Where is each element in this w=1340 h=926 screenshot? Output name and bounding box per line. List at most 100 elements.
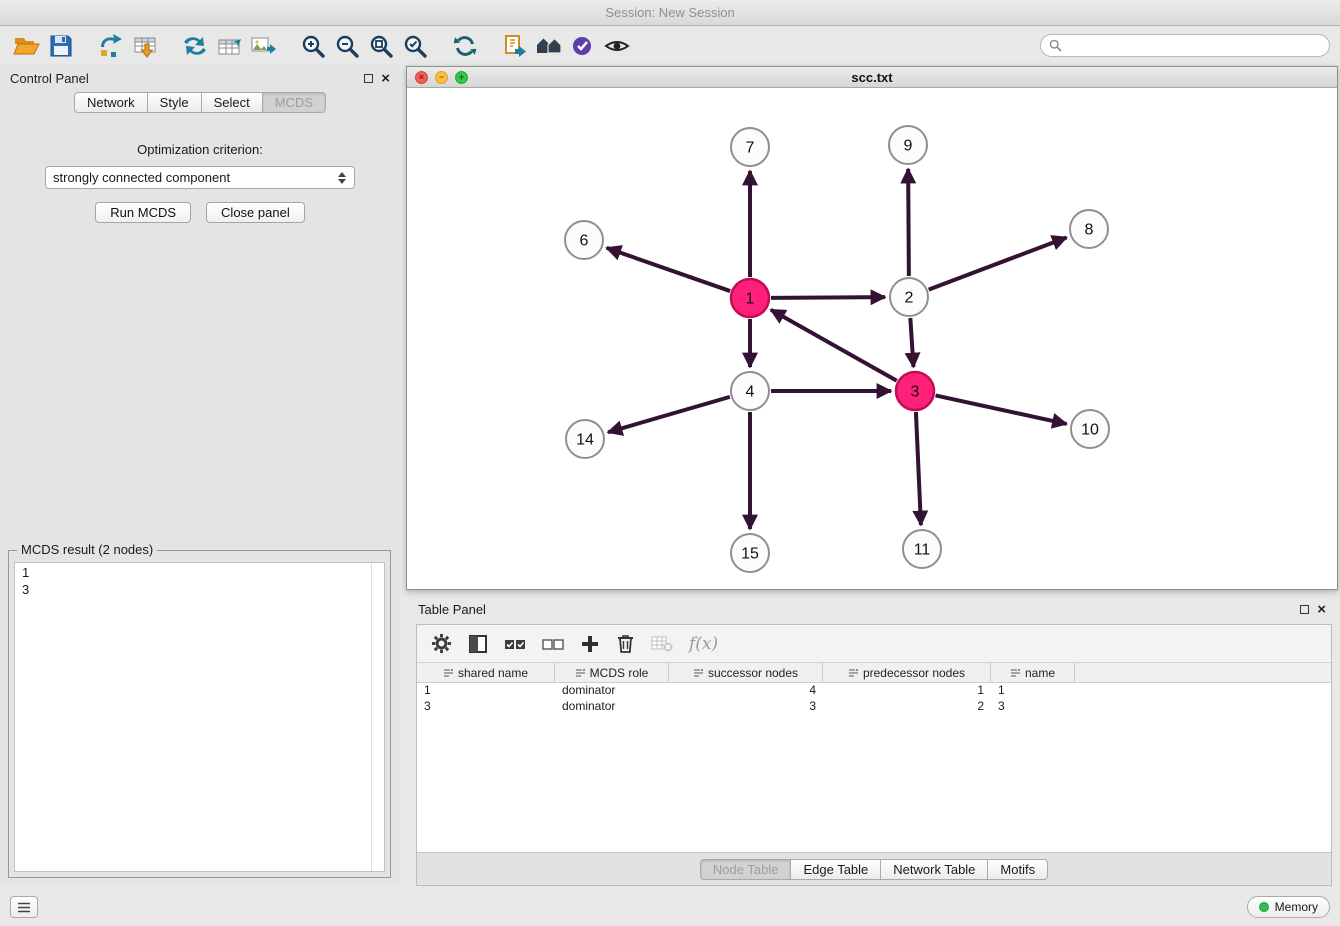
- graph-node-label: 14: [576, 432, 594, 449]
- apply-style-icon: [570, 33, 596, 59]
- tab-edge-table[interactable]: Edge Table: [790, 859, 881, 880]
- result-scrollbar-track[interactable]: [371, 563, 372, 871]
- select-all-rows-button[interactable]: [504, 637, 526, 651]
- delete-column-button[interactable]: [616, 633, 635, 654]
- graph-edge-2-3[interactable]: [910, 318, 913, 367]
- graph-node-label: 7: [746, 140, 755, 157]
- optimization-criterion-select[interactable]: strongly connected component: [45, 166, 355, 189]
- column-selector-button[interactable]: [468, 634, 488, 654]
- table-cell-predecessor_nodes: 2: [823, 699, 991, 715]
- copy-style-button[interactable]: [498, 31, 532, 61]
- import-network-file-button[interactable]: [94, 31, 128, 61]
- show-graphics-details-button[interactable]: [600, 31, 634, 61]
- column-header-successor_nodes[interactable]: successor nodes: [669, 663, 823, 682]
- table-settings-button[interactable]: [431, 633, 452, 654]
- graph-edge-4-14[interactable]: [608, 397, 730, 432]
- unchecked-boxes-icon: [542, 637, 564, 651]
- memory-button[interactable]: Memory: [1247, 896, 1330, 918]
- copy-style-icon: [502, 33, 528, 59]
- column-header-shared_name[interactable]: shared name: [417, 663, 555, 682]
- zoom-in-button[interactable]: [296, 31, 330, 61]
- first-neighbors-button[interactable]: [532, 31, 566, 61]
- deselect-all-rows-button[interactable]: [542, 637, 564, 651]
- refresh-view-button[interactable]: [448, 31, 482, 61]
- window-titlebar[interactable]: Session: New Session: [0, 0, 1340, 26]
- global-search[interactable]: [1040, 34, 1330, 57]
- tab-network[interactable]: Network: [74, 92, 148, 113]
- tab-mcds[interactable]: MCDS: [262, 92, 326, 113]
- import-table-file-button[interactable]: [128, 31, 162, 61]
- global-search-input[interactable]: [1067, 38, 1321, 54]
- memory-status-icon: [1259, 902, 1269, 912]
- sort-icon: [693, 668, 704, 678]
- graph-edge-2-8[interactable]: [929, 237, 1067, 289]
- sort-icon: [443, 668, 454, 678]
- graph-node-label: 6: [580, 233, 589, 250]
- zoom-out-button[interactable]: [330, 31, 364, 61]
- close-panel-icon[interactable]: ×: [381, 74, 390, 83]
- tab-node-table[interactable]: Node Table: [700, 859, 792, 880]
- graph-edge-1-2[interactable]: [771, 297, 885, 298]
- columns-icon: [468, 634, 488, 654]
- float-panel-icon[interactable]: [364, 74, 373, 83]
- column-header-predecessor_nodes[interactable]: predecessor nodes: [823, 663, 991, 682]
- graph-edge-3-1[interactable]: [771, 310, 897, 381]
- graph-edge-2-9[interactable]: [908, 169, 909, 276]
- tab-select[interactable]: Select: [201, 92, 263, 113]
- table-body: 1dominator4113dominator323: [417, 683, 1331, 715]
- new-table-button[interactable]: [212, 31, 246, 61]
- apply-style-button[interactable]: [566, 31, 600, 61]
- table-row[interactable]: 1dominator411: [417, 683, 1331, 699]
- graph-node-label: 10: [1081, 422, 1099, 439]
- tab-network-table[interactable]: Network Table: [880, 859, 988, 880]
- network-view-window: × − + scc.txt 7968124314101511: [406, 66, 1338, 590]
- window-minimize-icon[interactable]: −: [435, 71, 448, 84]
- tab-style[interactable]: Style: [147, 92, 202, 113]
- tab-motifs[interactable]: Motifs: [987, 859, 1048, 880]
- mcds-result-line: 1: [22, 564, 377, 581]
- run-mcds-button[interactable]: Run MCDS: [95, 202, 191, 223]
- graph-edge-3-11[interactable]: [916, 412, 921, 525]
- sort-icon: [1010, 668, 1021, 678]
- window-zoom-icon[interactable]: +: [455, 71, 468, 84]
- list-icon: [17, 902, 31, 913]
- graph-node-label: 11: [914, 542, 931, 559]
- main-toolbar: [0, 27, 1340, 64]
- float-panel-icon[interactable]: [1300, 605, 1309, 614]
- table-cell-shared_name: 3: [417, 699, 555, 715]
- export-image-button[interactable]: [246, 31, 280, 61]
- open-session-button[interactable]: [10, 31, 44, 61]
- close-panel-icon[interactable]: ×: [1317, 605, 1326, 614]
- graph-edge-3-10[interactable]: [936, 395, 1067, 423]
- column-header-mcds_role[interactable]: MCDS role: [555, 663, 669, 682]
- network-window-titlebar[interactable]: × − + scc.txt: [407, 67, 1337, 88]
- graph-edge-1-6[interactable]: [607, 248, 731, 291]
- task-history-button[interactable]: [10, 896, 38, 918]
- function-builder-button[interactable]: f(x): [689, 634, 718, 654]
- save-session-button[interactable]: [44, 31, 78, 61]
- window-title: Session: New Session: [605, 5, 734, 20]
- application-window: Session: New Session: [0, 0, 1340, 926]
- trash-icon: [616, 633, 635, 654]
- mcds-result-text[interactable]: 13: [14, 562, 385, 872]
- delete-table-button[interactable]: [651, 635, 673, 653]
- search-icon: [1049, 39, 1062, 52]
- mcds-panel-body: Optimization criterion: strongly connect…: [0, 120, 400, 886]
- column-header-name[interactable]: name: [991, 663, 1075, 682]
- graph-node-label: 2: [905, 290, 914, 307]
- window-close-icon[interactable]: ×: [415, 71, 428, 84]
- control-panel: Control Panel × Network Style Select MCD…: [0, 64, 400, 886]
- table-tabstrip: Node Table Edge Table Network Table Moti…: [417, 852, 1331, 885]
- new-network-button[interactable]: [178, 31, 212, 61]
- node-table-container: f(x) shared nameMCDS rolesuccessor nodes…: [416, 624, 1332, 886]
- table-panel-header: Table Panel ×: [406, 596, 1338, 622]
- close-panel-button[interactable]: Close panel: [206, 202, 305, 223]
- create-column-button[interactable]: [580, 634, 600, 654]
- floppy-disk-icon: [49, 34, 73, 58]
- network-canvas[interactable]: 7968124314101511: [407, 89, 1337, 589]
- graph-node-label: 9: [904, 138, 913, 155]
- folder-open-icon: [13, 34, 41, 58]
- zoom-fit-button[interactable]: [364, 31, 398, 61]
- zoom-selected-button[interactable]: [398, 31, 432, 61]
- table-row[interactable]: 3dominator323: [417, 699, 1331, 715]
